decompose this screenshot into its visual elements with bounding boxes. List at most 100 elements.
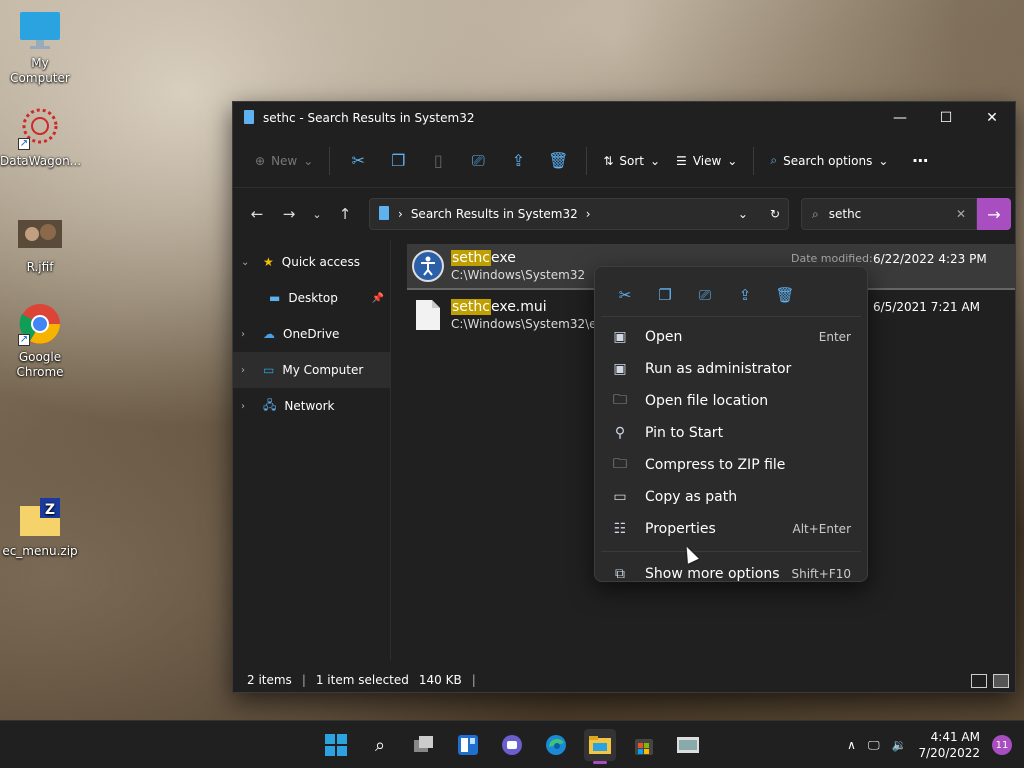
properties-icon: ☷ bbox=[613, 521, 627, 537]
control-panel-icon[interactable] bbox=[672, 729, 704, 761]
sort-label: Sort bbox=[619, 153, 644, 168]
back-button[interactable]: ← bbox=[241, 198, 273, 230]
tiles-view-icon[interactable] bbox=[993, 674, 1009, 688]
share-icon[interactable]: ⇪ bbox=[504, 145, 532, 177]
clear-search-icon[interactable]: ✕ bbox=[956, 207, 966, 221]
volume-icon[interactable]: 🔉 bbox=[892, 738, 907, 752]
view-button[interactable]: ☰ View ⌄ bbox=[668, 145, 745, 177]
menu-item-compress-zip[interactable]: 🗀 Compress to ZIP file bbox=[601, 449, 861, 481]
menu-item-properties[interactable]: ☷ Properties Alt+Enter bbox=[601, 513, 861, 545]
nav-item-network[interactable]: › 🖧 Network bbox=[233, 388, 390, 424]
status-divider: | bbox=[301, 673, 306, 687]
menu-item-label: Copy as path bbox=[645, 489, 738, 505]
rename-icon[interactable]: ⎚ bbox=[464, 145, 492, 177]
monitor-icon: ▭ bbox=[263, 363, 275, 377]
search-icon[interactable]: ⌕ bbox=[364, 729, 396, 761]
share-icon[interactable]: ⇪ bbox=[729, 279, 761, 311]
search-go-button[interactable]: → bbox=[977, 198, 1011, 230]
rename-icon[interactable]: ⎚ bbox=[689, 279, 721, 311]
notification-badge[interactable]: 11 bbox=[992, 735, 1012, 755]
copy-icon[interactable]: ❐ bbox=[649, 279, 681, 311]
address-bar[interactable]: › Search Results in System32 › ⌄ ↻ bbox=[369, 198, 789, 230]
search-options-icon: ⌕ bbox=[770, 153, 778, 167]
chevron-down-icon: ⌄ bbox=[727, 153, 738, 168]
file-date: 6/22/2022 4:23 PM bbox=[873, 252, 987, 266]
file-explorer-icon[interactable] bbox=[584, 729, 616, 764]
chevron-down-icon[interactable]: ⌄ bbox=[241, 257, 255, 268]
nav-label: Quick access bbox=[281, 255, 360, 269]
address-crumb[interactable]: Search Results in System32 bbox=[411, 207, 578, 221]
minimize-button[interactable]: — bbox=[877, 102, 923, 134]
date-modified-label: Date modified: bbox=[791, 252, 873, 265]
teams-chat-icon[interactable] bbox=[496, 729, 528, 761]
new-button[interactable]: ⊕ New ⌄ bbox=[247, 145, 321, 177]
desktop-icon-rjfif[interactable]: R.jfif bbox=[0, 212, 80, 275]
chevron-right-icon[interactable]: › bbox=[241, 329, 255, 340]
zip-icon: 🗀 bbox=[613, 456, 627, 472]
chevron-right-icon[interactable]: › bbox=[241, 365, 255, 376]
task-view-icon[interactable] bbox=[408, 729, 440, 761]
selected-count: 1 item selected bbox=[315, 673, 409, 687]
desktop-icon-label: R.jfif bbox=[26, 260, 54, 274]
widgets-icon[interactable] bbox=[452, 729, 484, 761]
chevron-right-icon[interactable]: › bbox=[241, 401, 255, 412]
file-name: sethcexe.mui bbox=[451, 298, 617, 316]
delete-icon[interactable]: 🗑 bbox=[769, 279, 801, 311]
maximize-button[interactable]: ☐ bbox=[923, 102, 969, 134]
title-bar[interactable]: sethc - Search Results in System32 — ☐ ✕ bbox=[233, 102, 1015, 134]
delete-icon[interactable]: 🗑 bbox=[544, 145, 572, 177]
start-button[interactable] bbox=[320, 729, 352, 761]
recent-locations-button[interactable]: ⌄ bbox=[305, 198, 329, 230]
search-options-label: Search options bbox=[783, 153, 873, 168]
cut-icon[interactable]: ✂ bbox=[609, 279, 641, 311]
copy-path-icon: ▭ bbox=[613, 489, 627, 505]
network-status-icon[interactable]: 🖵 bbox=[868, 738, 880, 753]
paste-icon[interactable]: ▯ bbox=[424, 145, 452, 177]
address-dropdown-icon[interactable]: ⌄ bbox=[738, 207, 748, 221]
nav-item-desktop[interactable]: ▬ Desktop 📌 bbox=[233, 280, 390, 316]
nav-item-onedrive[interactable]: › ☁ OneDrive bbox=[233, 316, 390, 352]
desktop-icon-ec-menu-zip[interactable]: Z ec_menu.zip bbox=[0, 496, 80, 559]
copy-icon[interactable]: ❐ bbox=[384, 145, 412, 177]
store-icon[interactable] bbox=[628, 729, 660, 761]
chevron-up-icon[interactable]: ∧ bbox=[847, 738, 856, 752]
search-options-button[interactable]: ⌕ Search options ⌄ bbox=[762, 145, 896, 177]
sort-button[interactable]: ⇅ Sort ⌄ bbox=[595, 145, 668, 177]
menu-item-show-more-options[interactable]: ⧉ Show more options Shift+F10 bbox=[601, 558, 861, 590]
nav-item-quick-access[interactable]: ⌄ ★ Quick access bbox=[233, 244, 390, 280]
search-input[interactable]: ⌕ sethc ✕ bbox=[801, 198, 977, 230]
menu-divider bbox=[601, 551, 861, 552]
more-options-button[interactable]: ⋯ bbox=[904, 145, 936, 177]
zip-folder-icon: Z bbox=[18, 496, 62, 540]
nav-item-my-computer[interactable]: › ▭ My Computer bbox=[233, 352, 390, 388]
menu-item-copy-as-path[interactable]: ▭ Copy as path bbox=[601, 481, 861, 513]
shortcut-arrow-icon: ↗ bbox=[18, 334, 30, 346]
selected-size: 140 KB bbox=[418, 673, 462, 687]
nav-label: Network bbox=[284, 399, 335, 413]
cut-icon[interactable]: ✂ bbox=[344, 145, 372, 177]
clock[interactable]: 4:41 AM 7/20/2022 bbox=[918, 729, 980, 761]
menu-item-label: Run as administrator bbox=[645, 361, 792, 377]
close-button[interactable]: ✕ bbox=[969, 102, 1015, 134]
command-bar: ⊕ New ⌄ ✂ ❐ ▯ ⎚ ⇪ 🗑 ⇅ Sort ⌄ ☰ View ⌄ ⌕ … bbox=[233, 134, 1015, 188]
item-count: 2 items bbox=[247, 673, 292, 687]
menu-item-label: Show more options bbox=[645, 566, 780, 582]
datawagon-icon: ↗ bbox=[18, 106, 62, 150]
nav-label: Desktop bbox=[288, 291, 338, 305]
refresh-icon[interactable]: ↻ bbox=[770, 207, 780, 221]
chevron-right-icon: › bbox=[585, 207, 591, 221]
menu-item-label: Open bbox=[645, 329, 683, 345]
menu-item-open[interactable]: ▣ Open Enter bbox=[601, 321, 861, 353]
menu-item-pin-to-start[interactable]: ⚲ Pin to Start bbox=[601, 417, 861, 449]
chevron-down-icon: ⌄ bbox=[878, 153, 889, 168]
chevron-down-icon: ⌄ bbox=[649, 153, 661, 168]
menu-item-open-file-location[interactable]: 🗀 Open file location bbox=[601, 385, 861, 417]
up-button[interactable]: ↑ bbox=[329, 198, 361, 230]
forward-button[interactable]: → bbox=[273, 198, 305, 230]
menu-item-run-as-administrator[interactable]: ▣ Run as administrator bbox=[601, 353, 861, 385]
details-view-icon[interactable] bbox=[971, 674, 987, 688]
desktop-icon-datawagon[interactable]: ↗ DataWagon... bbox=[0, 106, 81, 169]
desktop-icon-my-computer[interactable]: My Computer bbox=[0, 8, 80, 86]
edge-icon[interactable] bbox=[540, 729, 572, 761]
desktop-icon-google-chrome[interactable]: ↗ Google Chrome bbox=[0, 302, 80, 380]
